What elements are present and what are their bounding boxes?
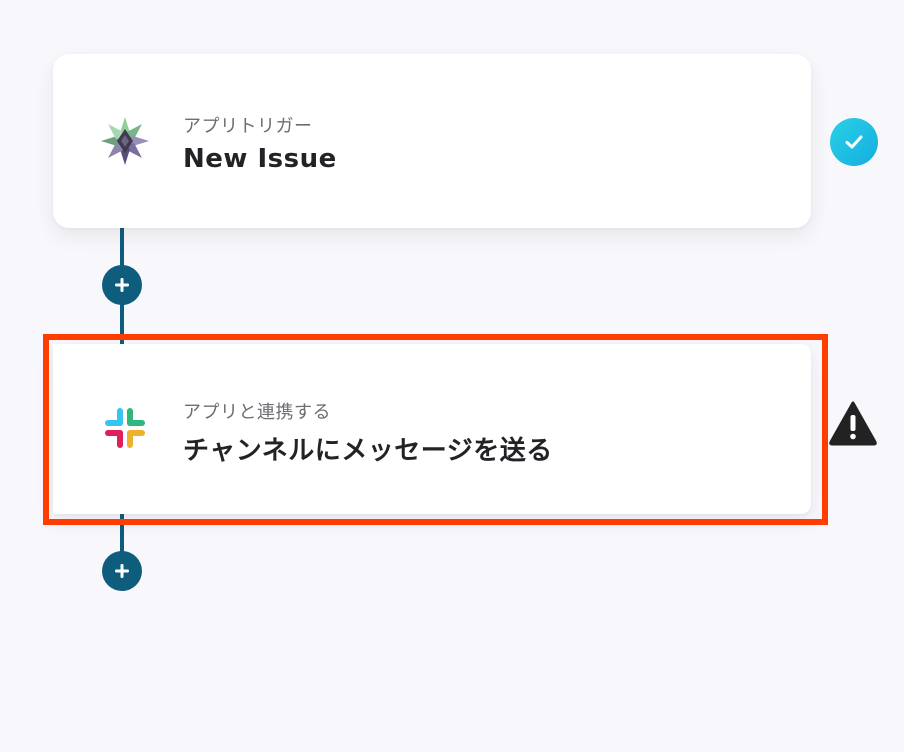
slack-icon [97,400,153,456]
plus-icon [115,564,129,578]
step-title: New Issue [183,144,337,174]
flow-step-action-card[interactable]: アプリと連携する チャンネルにメッセージを送る [53,344,811,514]
flow-step-trigger-card[interactable]: アプリトリガー New Issue [53,54,811,228]
star-app-icon [97,113,153,169]
step-type-label: アプリトリガー [183,116,313,137]
add-step-button[interactable] [102,265,142,305]
warning-triangle-icon [828,400,878,446]
plus-icon [115,278,129,292]
step-type-label: アプリと連携する [183,402,331,423]
check-circle-icon [830,118,878,166]
flow-canvas: アプリトリガー New Issue アプリと連携する チャンネルにメッセージを送… [0,0,904,752]
step-title: チャンネルにメッセージを送る [183,436,553,466]
add-step-button[interactable] [102,551,142,591]
